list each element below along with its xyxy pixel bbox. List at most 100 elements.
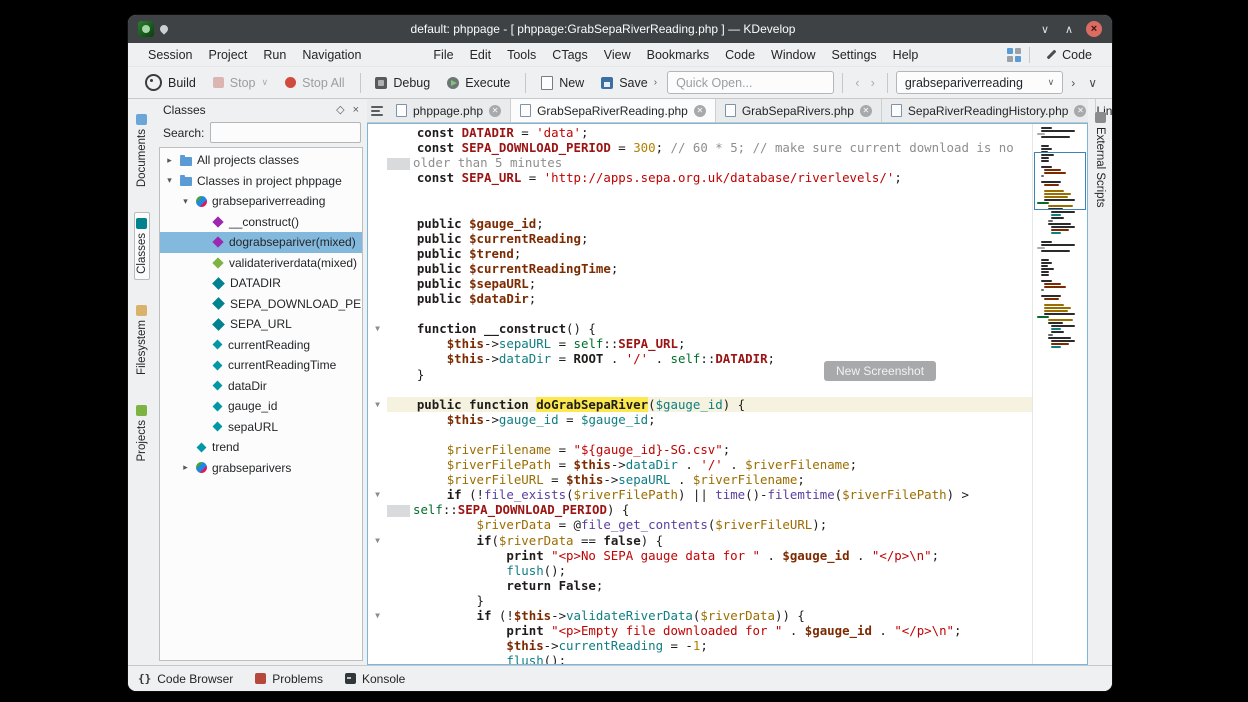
tree-item-sepa-url[interactable]: SEPA_URL [160,314,362,335]
code-line[interactable]: public $trend; [368,246,1032,261]
forward-arrow[interactable]: › [867,73,879,92]
area-switcher-icon[interactable] [1007,48,1021,62]
new-button[interactable]: New [534,72,591,94]
search-combobox[interactable]: grabsepariverreading ∨ [896,71,1063,94]
tree-item-validateriverdata-mixed[interactable]: validateriverdata(mixed) [160,253,362,274]
minimap-scrollbar[interactable] [1032,124,1087,664]
close-panel-icon[interactable]: × [353,104,359,116]
tree-item-currentreadingtime[interactable]: currentReadingTime [160,355,362,376]
tree-item-all-projects-classes[interactable]: ▸All projects classes [160,150,362,171]
menu-item-tools[interactable]: Tools [499,46,544,64]
code-line[interactable]: return False; [368,578,1032,593]
code-line[interactable] [368,382,1032,397]
tree-item-sepaurl[interactable]: sepaURL [160,417,362,438]
menu-item-file[interactable]: File [425,46,461,64]
code-line[interactable]: $riverFileURL = $this->sepaURL . $riverF… [368,472,1032,487]
sidebar-tab-projects[interactable]: Projects [135,400,149,467]
execute-button[interactable]: Execute [440,72,517,94]
code-line[interactable]: ▼ public function doGrabSepaRiver($gauge… [368,397,1032,412]
code-line[interactable]: ▼ if (!$this->validateRiverData($riverDa… [368,608,1032,623]
minimize-button[interactable]: ∨ [1036,23,1054,36]
code-line[interactable]: $riverFilename = "${gauge_id}-SG.csv"; [368,442,1032,457]
code-line[interactable] [368,427,1032,442]
code-line[interactable] [368,200,1032,215]
menu-item-help[interactable]: Help [885,46,927,64]
code-line[interactable]: ▼ function __construct() { [368,321,1032,336]
tab-close-icon[interactable]: ✕ [489,105,501,117]
tab-close-icon[interactable]: ✕ [860,105,872,117]
sidebar-tab-classes[interactable]: Classes [134,212,150,280]
expander-icon[interactable]: ▸ [180,462,191,473]
code-area-button[interactable]: Code [1038,46,1100,64]
menu-item-navigation[interactable]: Navigation [294,46,369,64]
code-line[interactable]: const SEPA_URL = 'http://apps.sepa.org.u… [368,170,1032,185]
chevron-down-icon[interactable]: ∨ [1048,77,1055,88]
tree-item-datadir[interactable]: dataDir [160,376,362,397]
detach-panel-icon[interactable]: ◇ [336,103,344,116]
code-line[interactable]: print "<p>No SEPA gauge data for " . $ga… [368,548,1032,563]
menu-item-run[interactable]: Run [255,46,294,64]
editor-tab-separiverreadinghistory-php[interactable]: SepaRiverReadingHistory.php✕ [882,99,1097,122]
menu-item-settings[interactable]: Settings [824,46,885,64]
build-button[interactable]: Build [138,70,203,95]
menu-item-project[interactable]: Project [200,46,255,64]
tree-item-currentreading[interactable]: currentReading [160,335,362,356]
classes-search-input[interactable] [210,122,361,143]
fold-marker-icon[interactable]: ▼ [368,397,387,412]
expander-icon[interactable]: ▸ [164,155,175,166]
menu-item-edit[interactable]: Edit [462,46,500,64]
code-line[interactable]: const DATADIR = 'data'; [368,125,1032,140]
tree-item-gauge-id[interactable]: gauge_id [160,396,362,417]
sidebar-tab-filesystem[interactable]: Filesystem [135,300,149,380]
maximize-button[interactable]: ∧ [1060,23,1078,36]
tree-item-dograbsepariver-mixed[interactable]: dograbsepariver(mixed) [160,232,362,253]
tree-item-grabseparivers[interactable]: ▸grabseparivers [160,458,362,479]
sidebar-tab-external-scripts[interactable]: External Scripts [1093,107,1107,213]
code-line[interactable]: $riverFilePath = $this->dataDir . '/' . … [368,457,1032,472]
document-list-icon[interactable] [367,99,387,122]
code-line[interactable]: $riverData = @file_get_contents($riverFi… [368,517,1032,532]
code-line[interactable]: $this->currentReading = -1; [368,638,1032,653]
tree-item-trend[interactable]: trend [160,437,362,458]
stop-button[interactable]: Stop∨ [206,72,275,94]
code-line[interactable] [368,185,1032,200]
fold-marker-icon[interactable]: ▼ [368,533,387,548]
tree-item-classes-in-project-phppage[interactable]: ▾Classes in project phppage [160,171,362,192]
expander-icon[interactable]: ▾ [164,175,175,186]
tree-item-grabsepariverreading[interactable]: ▾grabsepariverreading [160,191,362,212]
code-editor[interactable]: const DATADIR = 'data'; const SEPA_DOWNL… [368,124,1032,664]
close-button[interactable]: × [1086,21,1102,37]
menu-item-bookmarks[interactable]: Bookmarks [639,46,718,64]
code-line[interactable]: older than 5 minutes [368,155,1032,170]
code-line[interactable]: $this->gauge_id = $gauge_id; [368,412,1032,427]
quick-open-combobox[interactable]: Quick Open... [667,71,834,94]
titlebar[interactable]: default: phppage - [ phppage:GrabSepaRiv… [128,15,1112,43]
sidebar-tab-documents[interactable]: Documents [135,109,149,192]
stop-all-button[interactable]: Stop All [278,72,351,94]
code-line[interactable]: public $gauge_id; [368,216,1032,231]
code-line[interactable]: $this->sepaURL = self::SEPA_URL; [368,336,1032,351]
menu-item-code[interactable]: Code [717,46,763,64]
fold-marker-icon[interactable]: ▼ [368,608,387,623]
editor-tab-phppage-php[interactable]: phppage.php✕ [387,99,511,122]
tree-item-sepa-download-period[interactable]: SEPA_DOWNLOAD_PERIOD [160,294,362,315]
save-button[interactable]: Save› [594,72,664,94]
code-line[interactable]: self::SEPA_DOWNLOAD_PERIOD) { [368,502,1032,517]
fold-marker-icon[interactable]: ▼ [368,321,387,336]
tree-item-datadir[interactable]: DATADIR [160,273,362,294]
back-arrow[interactable]: ‹ [851,73,863,92]
tab-close-icon[interactable]: ✕ [694,105,706,117]
debug-button[interactable]: Debug [368,72,437,94]
editor-tab-grabsepariverreading-php[interactable]: GrabSepaRiverReading.php✕ [511,99,716,122]
menu-item-view[interactable]: View [596,46,639,64]
code-line[interactable]: public $dataDir; [368,291,1032,306]
bottom-tab-code-browser[interactable]: {}Code Browser [138,672,233,686]
menu-item-ctags[interactable]: CTags [544,46,595,64]
expander-icon[interactable]: ▾ [180,196,191,207]
tree-item-construct[interactable]: __construct() [160,212,362,233]
toolbar-overflow-button[interactable]: ∨ [1083,74,1102,92]
code-line[interactable]: ▼ if($riverData == false) { [368,533,1032,548]
minimap-viewport[interactable] [1034,152,1086,210]
search-next-button[interactable]: › [1066,74,1080,92]
bottom-tab-problems[interactable]: Problems [255,672,323,686]
